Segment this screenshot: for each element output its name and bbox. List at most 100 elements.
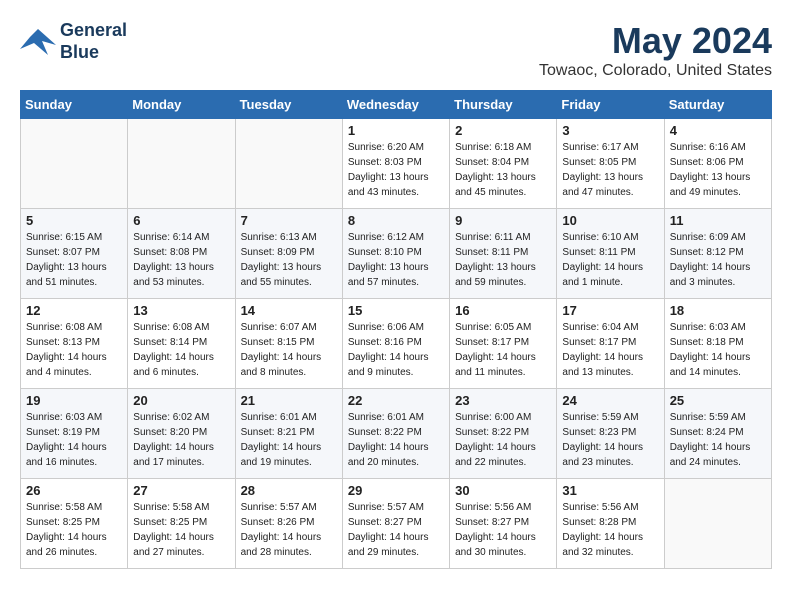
day-number: 3 [562,123,658,138]
calendar-cell: 17 Sunrise: 6:04 AMSunset: 8:17 PMDayligh… [557,299,664,389]
calendar-cell: 12 Sunrise: 6:08 AMSunset: 8:13 PMDayligh… [21,299,128,389]
day-number: 1 [348,123,444,138]
day-number: 4 [670,123,766,138]
logo: General Blue [20,20,127,63]
calendar-cell [235,119,342,209]
day-info: Sunrise: 6:12 AMSunset: 8:10 PMDaylight:… [348,230,444,290]
day-number: 24 [562,393,658,408]
calendar-cell: 13Sunrise: 6:08 AMSunset: 8:14 PMDayligh… [128,299,235,389]
calendar-cell: 1 Sunrise: 6:20 AMSunset: 8:03 PMDaylight… [342,119,449,209]
day-number: 25 [670,393,766,408]
day-info: Sunrise: 5:56 AMSunset: 8:28 PMDaylight:… [562,500,658,560]
day-number: 10 [562,213,658,228]
calendar-subtitle: Towaoc, Colorado, United States [539,62,772,80]
day-info: Sunrise: 6:16 AMSunset: 8:06 PMDaylight:… [670,140,766,200]
day-info: Sunrise: 6:11 AMSunset: 8:11 PMDaylight:… [455,230,551,290]
calendar-cell: 31 Sunrise: 5:56 AMSunset: 8:28 PMDayligh… [557,479,664,569]
calendar-week-2: 5 Sunrise: 6:15 AMSunset: 8:07 PMDaylight… [21,209,772,299]
calendar-cell: 8Sunrise: 6:12 AMSunset: 8:10 PMDaylight… [342,209,449,299]
calendar-cell [128,119,235,209]
day-info: Sunrise: 6:10 AMSunset: 8:11 PMDaylight:… [562,230,658,290]
day-info: Sunrise: 6:20 AMSunset: 8:03 PMDaylight:… [348,140,444,200]
day-number: 11 [670,213,766,228]
day-number: 19 [26,393,122,408]
calendar-header: General Blue May 2024 Towaoc, Colorado, … [20,20,772,80]
header-friday: Friday [557,91,664,119]
day-number: 2 [455,123,551,138]
header-saturday: Saturday [664,91,771,119]
day-info: Sunrise: 6:02 AMSunset: 8:20 PMDaylight:… [133,410,229,470]
day-number: 30 [455,483,551,498]
calendar-cell: 14 Sunrise: 6:07 AMSunset: 8:15 PMDayligh… [235,299,342,389]
calendar-cell: 15 Sunrise: 6:06 AMSunset: 8:16 PMDayligh… [342,299,449,389]
calendar-cell: 7 Sunrise: 6:13 AMSunset: 8:09 PMDaylight… [235,209,342,299]
calendar-cell: 25Sunrise: 5:59 AMSunset: 8:24 PMDayligh… [664,389,771,479]
calendar-body: 1 Sunrise: 6:20 AMSunset: 8:03 PMDaylight… [21,119,772,569]
day-info: Sunrise: 6:09 AMSunset: 8:12 PMDaylight:… [670,230,766,290]
day-number: 12 [26,303,122,318]
day-number: 21 [241,393,337,408]
day-number: 27 [133,483,229,498]
calendar-week-5: 26 Sunrise: 5:58 AMSunset: 8:25 PMDayligh… [21,479,772,569]
calendar-cell: 19 Sunrise: 6:03 AMSunset: 8:19 PMDayligh… [21,389,128,479]
day-number: 20 [133,393,229,408]
day-info: Sunrise: 6:01 AMSunset: 8:22 PMDaylight:… [348,410,444,470]
calendar-cell: 23Sunrise: 6:00 AMSunset: 8:22 PMDayligh… [450,389,557,479]
day-number: 18 [670,303,766,318]
day-info: Sunrise: 6:04 AMSunset: 8:17 PMDaylight:… [562,320,658,380]
day-number: 22 [348,393,444,408]
day-info: Sunrise: 5:56 AMSunset: 8:27 PMDaylight:… [455,500,551,560]
header-wednesday: Wednesday [342,91,449,119]
day-number: 17 [562,303,658,318]
calendar-cell: 10 Sunrise: 6:10 AMSunset: 8:11 PMDayligh… [557,209,664,299]
day-info: Sunrise: 6:17 AMSunset: 8:05 PMDaylight:… [562,140,658,200]
day-number: 15 [348,303,444,318]
day-info: Sunrise: 6:06 AMSunset: 8:16 PMDaylight:… [348,320,444,380]
calendar-cell: 29 Sunrise: 5:57 AMSunset: 8:27 PMDayligh… [342,479,449,569]
calendar-cell: 6 Sunrise: 6:14 AMSunset: 8:08 PMDaylight… [128,209,235,299]
calendar-cell: 4 Sunrise: 6:16 AMSunset: 8:06 PMDaylight… [664,119,771,209]
day-info: Sunrise: 6:01 AMSunset: 8:21 PMDaylight:… [241,410,337,470]
calendar-cell: 2 Sunrise: 6:18 AMSunset: 8:04 PMDaylight… [450,119,557,209]
logo-text: General Blue [60,20,127,63]
day-number: 31 [562,483,658,498]
calendar-cell: 24 Sunrise: 5:59 AMSunset: 8:23 PMDayligh… [557,389,664,479]
calendar-cell: 28Sunrise: 5:57 AMSunset: 8:26 PMDayligh… [235,479,342,569]
calendar-cell: 30 Sunrise: 5:56 AMSunset: 8:27 PMDayligh… [450,479,557,569]
calendar-cell: 20 Sunrise: 6:02 AMSunset: 8:20 PMDayligh… [128,389,235,479]
day-info: Sunrise: 6:08 AMSunset: 8:13 PMDaylight:… [26,320,122,380]
day-info: Sunrise: 5:58 AMSunset: 8:25 PMDaylight:… [133,500,229,560]
day-info: Sunrise: 5:59 AMSunset: 8:23 PMDaylight:… [562,410,658,470]
header-monday: Monday [128,91,235,119]
day-number: 7 [241,213,337,228]
day-number: 23 [455,393,551,408]
day-info: Sunrise: 5:57 AMSunset: 8:27 PMDaylight:… [348,500,444,560]
day-number: 28 [241,483,337,498]
calendar-cell: 3 Sunrise: 6:17 AMSunset: 8:05 PMDaylight… [557,119,664,209]
day-info: Sunrise: 6:03 AMSunset: 8:18 PMDaylight:… [670,320,766,380]
calendar-cell: 21 Sunrise: 6:01 AMSunset: 8:21 PMDayligh… [235,389,342,479]
calendar-cell: 5 Sunrise: 6:15 AMSunset: 8:07 PMDaylight… [21,209,128,299]
day-number: 29 [348,483,444,498]
day-number: 5 [26,213,122,228]
calendar-week-4: 19 Sunrise: 6:03 AMSunset: 8:19 PMDayligh… [21,389,772,479]
calendar-cell [21,119,128,209]
calendar-cell: 16Sunrise: 6:05 AMSunset: 8:17 PMDayligh… [450,299,557,389]
day-info: Sunrise: 5:58 AMSunset: 8:25 PMDaylight:… [26,500,122,560]
title-section: May 2024 Towaoc, Colorado, United States [539,20,772,80]
day-info: Sunrise: 6:07 AMSunset: 8:15 PMDaylight:… [241,320,337,380]
day-info: Sunrise: 6:18 AMSunset: 8:04 PMDaylight:… [455,140,551,200]
day-number: 14 [241,303,337,318]
day-number: 6 [133,213,229,228]
calendar-cell: 27 Sunrise: 5:58 AMSunset: 8:25 PMDayligh… [128,479,235,569]
day-info: Sunrise: 6:15 AMSunset: 8:07 PMDaylight:… [26,230,122,290]
day-info: Sunrise: 6:14 AMSunset: 8:08 PMDaylight:… [133,230,229,290]
day-number: 26 [26,483,122,498]
day-info: Sunrise: 6:03 AMSunset: 8:19 PMDaylight:… [26,410,122,470]
calendar-header-row: Sunday Monday Tuesday Wednesday Thursday… [21,91,772,119]
calendar-cell: 18 Sunrise: 6:03 AMSunset: 8:18 PMDayligh… [664,299,771,389]
calendar-cell: 11 Sunrise: 6:09 AMSunset: 8:12 PMDayligh… [664,209,771,299]
calendar-table: Sunday Monday Tuesday Wednesday Thursday… [20,90,772,569]
calendar-cell: 22 Sunrise: 6:01 AMSunset: 8:22 PMDayligh… [342,389,449,479]
day-info: Sunrise: 6:13 AMSunset: 8:09 PMDaylight:… [241,230,337,290]
